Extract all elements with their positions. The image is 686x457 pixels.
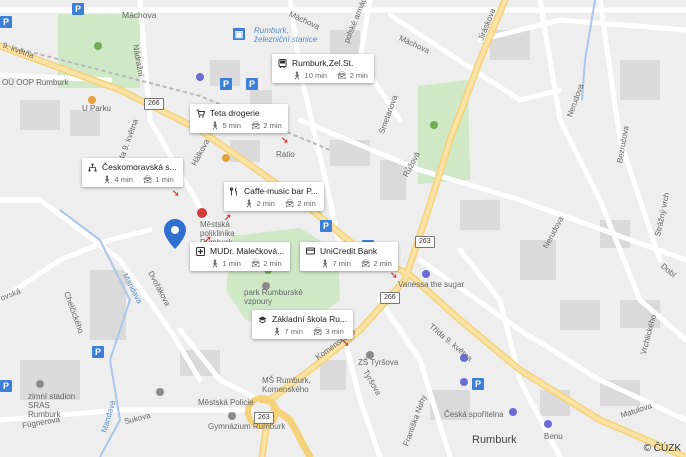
walk-time: 7 min <box>332 259 351 268</box>
poi-name: UniCredit Bank <box>320 246 378 256</box>
cafe-icon <box>222 154 230 162</box>
street-label: Máchova <box>122 10 157 20</box>
poi-callout[interactable]: Teta drogerie 🚶︎ 5 min 🚘︎ 2 min <box>190 104 288 133</box>
place-label: MŠ Rumburk, Komenského <box>262 376 311 394</box>
parking-icon: P <box>92 346 104 358</box>
direction-arrow-icon: ➘ <box>172 188 180 198</box>
bank-icon <box>460 378 468 386</box>
parking-icon: P <box>0 380 12 392</box>
tree-icon <box>430 121 438 129</box>
poi-name: Základní škola Ru... <box>272 314 348 324</box>
shop-icon <box>196 73 204 81</box>
car-icon: 🚘︎ <box>142 175 153 184</box>
road-number-shield: 266 <box>144 98 164 110</box>
town-label: Rumburk <box>472 434 517 446</box>
walk-icon: 🚶︎ <box>272 327 282 336</box>
walk-time: 4 min <box>114 175 133 184</box>
parking-icon: P <box>0 16 12 28</box>
bus-station-icon: ▣ <box>233 28 245 40</box>
poi-callout[interactable]: Caffe-music bar P... 🚶︎ 2 min 🚘︎ 2 min <box>224 182 324 211</box>
poi-name: Českomoravská s... <box>102 162 177 172</box>
shop-icon <box>422 270 430 278</box>
school-icon <box>228 412 236 420</box>
bus-icon <box>278 58 287 68</box>
walk-time: 5 min <box>222 121 241 130</box>
fork-knife-icon <box>230 186 239 196</box>
medical-icon <box>196 246 205 256</box>
place-label: park Rumburské vzpoury <box>244 288 303 306</box>
road-number-shield: 266 <box>380 292 400 304</box>
car-time: 2 min <box>263 259 282 268</box>
place-label: U Parku <box>82 104 111 113</box>
poi-callout[interactable]: Základní škola Ru... 🚶︎ 7 min 🚘︎ 3 min <box>252 310 354 339</box>
car-time: 2 min <box>349 71 368 80</box>
parking-icon: P <box>472 378 484 390</box>
stadium-icon <box>36 380 44 388</box>
place-label: Gymnázium Rumburk <box>208 422 286 431</box>
walk-icon: 🚶︎ <box>320 259 330 268</box>
direction-arrow-icon: ➘ <box>390 270 398 280</box>
walk-icon: 🚶︎ <box>210 121 220 130</box>
walk-time: 10 min <box>304 71 328 80</box>
place-label: zimní stadion SRAS Rumburk <box>28 392 76 419</box>
place-label: Benu <box>544 432 563 441</box>
copyright-label: © ČÚZK <box>643 443 681 454</box>
car-icon: 🚘︎ <box>312 327 323 336</box>
poi-callout[interactable]: Českomoravská s... 🚶︎ 4 min 🚘︎ 1 min <box>82 158 183 187</box>
poi-name: Rumburk,Zel.St. <box>292 58 354 68</box>
place-label: OÚ OOP Rumburk <box>2 78 69 87</box>
walk-icon: 🚶︎ <box>102 175 112 184</box>
restaurant-icon <box>88 96 96 104</box>
poi-name: MUDr. Malečková... <box>210 246 285 256</box>
car-time: 3 min <box>325 327 344 336</box>
parking-icon: P <box>320 220 332 232</box>
place-label: Ratio <box>276 150 295 159</box>
parking-icon: P <box>72 3 84 15</box>
direction-arrow-icon: ➘ <box>281 135 289 145</box>
poi-callout[interactable]: MUDr. Malečková... 🚶︎ 1 min 🚘︎ 2 min <box>190 242 291 271</box>
car-icon: 🚘︎ <box>360 259 371 268</box>
car-time: 2 min <box>263 121 282 130</box>
car-time: 2 min <box>297 199 316 208</box>
location-pin-icon[interactable] <box>164 219 186 254</box>
parking-icon: P <box>246 78 258 90</box>
bank-icon <box>306 247 315 256</box>
parking-icon: P <box>220 78 232 90</box>
walk-time: 2 min <box>256 199 275 208</box>
car-time: 2 min <box>373 259 392 268</box>
poi-callout[interactable]: UniCredit Bank 🚶︎ 7 min 🚘︎ 2 min <box>300 242 398 271</box>
direction-arrow-icon: ➘ <box>342 338 350 348</box>
walk-time: 7 min <box>284 327 303 336</box>
org-icon <box>88 163 97 172</box>
road-number-shield: 263 <box>415 236 435 248</box>
place-label: Městská Policie <box>198 398 254 407</box>
place-label: Vanessa the sugar <box>398 280 465 289</box>
map-canvas[interactable]: P P P P P P P P P ▣ 266 263 266 263 Mách… <box>0 0 686 457</box>
car-icon: 🚘︎ <box>250 121 261 130</box>
shop-icon <box>509 408 517 416</box>
poi-callout[interactable]: Rumburk,Zel.St. 🚶︎ 10 min 🚘︎ 2 min <box>272 54 374 83</box>
car-icon: 🚘︎ <box>337 71 347 80</box>
walk-icon: 🚶︎ <box>210 259 220 268</box>
walk-icon: 🚶︎ <box>244 199 254 208</box>
car-time: 1 min <box>155 175 174 184</box>
direction-arrow-icon: ➚ <box>224 212 232 222</box>
tree-icon <box>94 42 102 50</box>
walk-time: 1 min <box>222 259 241 268</box>
place-label: Rumburk, železniční stanice <box>254 26 318 44</box>
poi-name: Teta drogerie <box>210 108 260 118</box>
place-label: Česká spořitelna <box>444 410 504 419</box>
poi-name: Caffe-music bar P... <box>244 186 318 196</box>
walk-icon: 🚶︎ <box>292 71 302 80</box>
cart-icon <box>196 109 206 118</box>
hospital-icon <box>197 208 207 218</box>
pharmacy-icon <box>544 420 552 428</box>
police-icon <box>156 388 164 396</box>
place-label: ZŠ Tyršova <box>358 358 399 367</box>
car-icon: 🚘︎ <box>250 259 261 268</box>
car-icon: 🚘︎ <box>284 199 295 208</box>
school-icon <box>258 315 267 324</box>
